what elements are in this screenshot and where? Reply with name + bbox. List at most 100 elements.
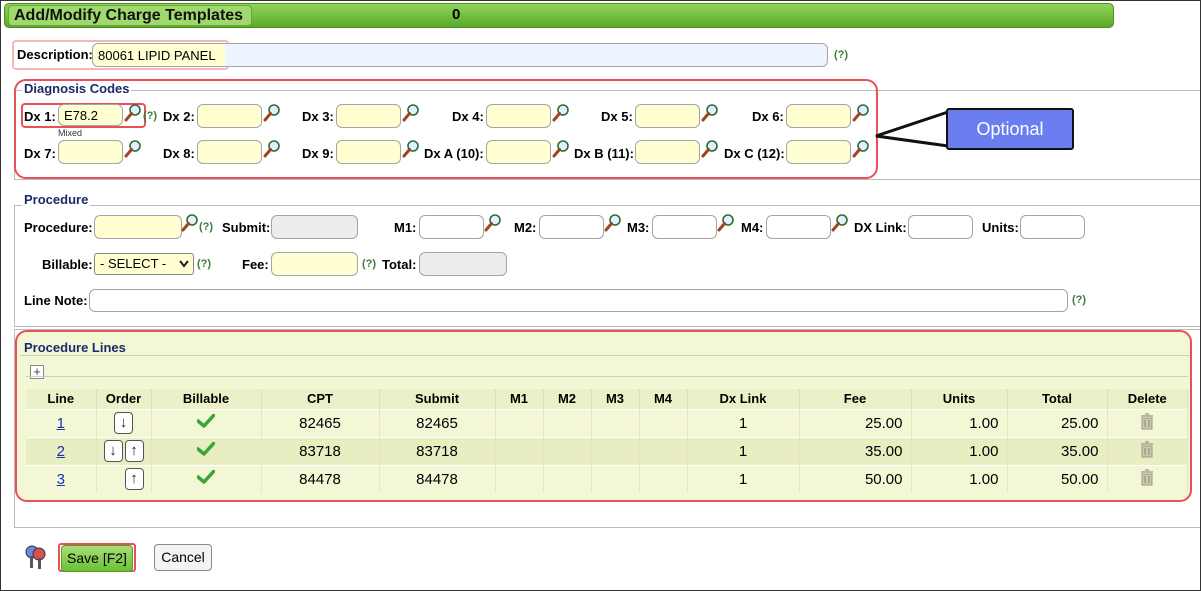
units-input[interactable] [1020,215,1085,239]
col-m4: M4 [639,389,688,409]
linenote-label: Line Note: [24,293,88,308]
dx6-input[interactable] [786,104,851,128]
units-cell: 1.00 [911,464,1008,493]
m1-label: M1: [394,220,417,235]
move-down-button[interactable]: ↓ [103,440,123,462]
description-input[interactable] [92,43,828,67]
delete-trash-icon[interactable] [1139,440,1155,458]
dx11-input[interactable] [635,140,700,164]
linenote-input[interactable] [89,289,1068,312]
dx9-label: Dx 9: [302,146,334,161]
dx3-input[interactable] [336,104,401,128]
procedure-input[interactable] [94,215,182,239]
dx1-note: Mixed [58,128,83,138]
dx5-label: Dx 5: [601,109,633,124]
m1-input[interactable] [419,215,484,239]
m1-lookup-icon[interactable] [484,214,502,232]
m1-cell [495,464,544,493]
dx4-label: Dx 4: [452,109,484,124]
dx1-lookup-icon[interactable] [124,104,142,122]
dx12-input[interactable] [786,140,851,164]
fee-help[interactable]: (?) [362,258,376,270]
col-order: Order [96,389,152,409]
dx4-lookup-icon[interactable] [552,104,570,122]
fee-input[interactable] [271,252,358,276]
dx8-label: Dx 8: [163,146,195,161]
total-input [419,252,507,276]
line-link[interactable]: 3 [57,471,65,488]
col-m1: M1 [495,389,544,409]
dx10-lookup-icon[interactable] [552,140,570,158]
dx12-lookup-icon[interactable] [852,140,870,158]
dx9-input[interactable] [336,140,401,164]
m3-cell [591,408,640,437]
m3-cell [591,436,640,465]
order-cell: ↓ [96,408,152,437]
m4-lookup-icon[interactable] [831,214,849,232]
dxlink-cell: 1 [687,408,800,437]
m2-cell [543,464,592,493]
m4-cell [639,408,688,437]
m2-lookup-icon[interactable] [604,214,622,232]
linenote-help[interactable]: (?) [1072,294,1086,306]
dx2-lookup-icon[interactable] [263,104,281,122]
dx4-input[interactable] [486,104,551,128]
save-button[interactable]: Save [F2] [61,545,133,572]
dx3-lookup-icon[interactable] [402,104,420,122]
procedure-legend: Procedure [22,192,91,207]
delete-trash-icon[interactable] [1139,468,1155,486]
callout-pointer [875,110,949,148]
move-up-button[interactable]: ↑ [124,440,144,462]
line-link[interactable]: 2 [57,443,65,460]
dx2-input[interactable] [197,104,262,128]
move-down-button[interactable]: ↓ [114,412,133,434]
dx7-lookup-icon[interactable] [124,140,142,158]
dx11-label: Dx B (11): [574,146,634,161]
keys-icon[interactable] [24,544,48,570]
col-delete: Delete [1107,389,1188,409]
line-link[interactable]: 1 [57,415,65,432]
total-cell: 25.00 [1007,408,1108,437]
m4-input[interactable] [766,215,831,239]
table-row: 2 ↓ ↑ 83718 83718 1 35.00 1.00 35.00 [26,436,1188,465]
procedure-help[interactable]: (?) [199,221,213,233]
dx7-label: Dx 7: [24,146,56,161]
m2-cell [543,436,592,465]
col-m3: M3 [591,389,640,409]
m4-label: M4: [741,220,764,235]
dx8-lookup-icon[interactable] [263,140,281,158]
dx1-help[interactable]: (?) [143,110,157,122]
col-total: Total [1007,389,1108,409]
move-up-button[interactable]: ↑ [124,468,144,491]
fee-cell: 50.00 [799,464,912,493]
submit-cell: 82465 [379,408,496,437]
billable-select[interactable]: - SELECT - [94,253,194,275]
delete-trash-icon[interactable] [1139,412,1155,430]
units-cell: 1.00 [911,408,1008,437]
submit-input [271,215,358,239]
m3-lookup-icon[interactable] [717,214,735,232]
optional-callout: Optional [946,108,1074,150]
dx5-lookup-icon[interactable] [701,104,719,122]
dx1-input[interactable] [58,104,123,126]
col-submit: Submit [379,389,496,409]
dx6-lookup-icon[interactable] [852,104,870,122]
m2-input[interactable] [539,215,604,239]
dx10-input[interactable] [486,140,551,164]
table-top-border [26,376,1188,377]
dx5-input[interactable] [635,104,700,128]
dx7-input[interactable] [58,140,123,164]
dxlink-cell: 1 [687,436,800,465]
m3-input[interactable] [652,215,717,239]
dx9-lookup-icon[interactable] [402,140,420,158]
cancel-button[interactable]: Cancel [154,544,212,571]
dxlink-input[interactable] [908,215,973,239]
dx11-lookup-icon[interactable] [701,140,719,158]
dx8-input[interactable] [197,140,262,164]
procedure-lookup-icon[interactable] [181,214,199,232]
dx6-label: Dx 6: [752,109,784,124]
m2-cell [543,408,592,437]
description-help[interactable]: (?) [834,49,848,61]
billable-help[interactable]: (?) [197,258,211,270]
page-title: Add/Modify Charge Templates [8,5,252,26]
